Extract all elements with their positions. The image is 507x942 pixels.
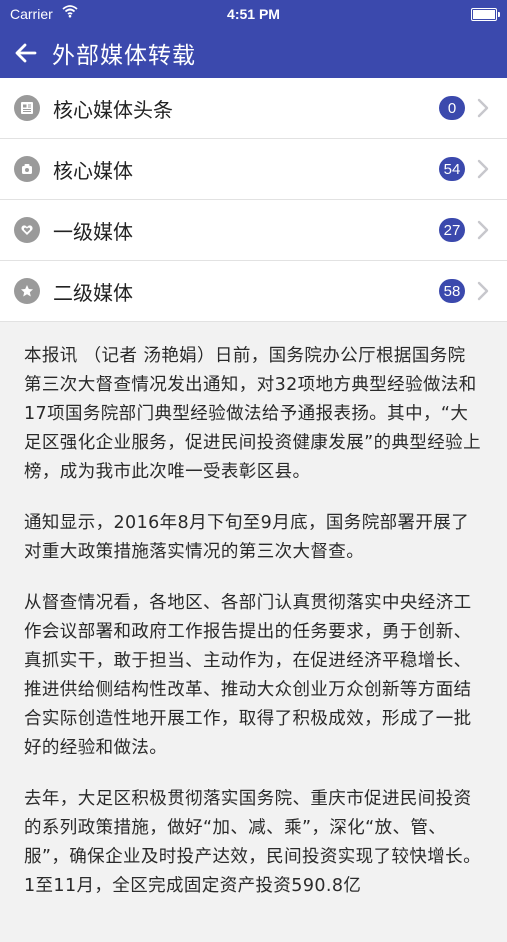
star-icon xyxy=(14,278,40,304)
menu-item-label: 核心媒体头条 xyxy=(53,97,173,122)
battery-icon xyxy=(471,8,500,21)
menu-item-label: 核心媒体 xyxy=(53,158,133,183)
count-badge: 0 xyxy=(439,96,465,120)
heart-icon xyxy=(14,217,40,243)
menu-item-label: 一级媒体 xyxy=(53,219,133,244)
menu-item-core-media[interactable]: 核心媒体 54 xyxy=(0,139,507,200)
chevron-right-icon xyxy=(477,159,489,179)
chevron-right-icon xyxy=(477,98,489,118)
media-camera-icon xyxy=(14,156,40,182)
article-paragraph: 通知显示，2016年8月下旬至9月底，国务院部署开展了对重大政策措施落实情况的第… xyxy=(24,513,470,562)
status-time: 4:51 PM xyxy=(227,6,280,22)
media-category-list: 核心媒体头条 0 核心媒体 54 一级媒体 27 二级媒体 58 xyxy=(0,78,507,322)
status-bar: Carrier 4:51 PM xyxy=(0,0,507,28)
chevron-right-icon xyxy=(477,220,489,240)
count-badge: 58 xyxy=(439,279,465,303)
navigation-bar: 外部媒体转载 xyxy=(0,28,507,78)
article-paragraph: 本报讯 （记者 汤艳娟）日前，国务院办公厅根据国务院第三次大督查情况发出通知，对… xyxy=(24,346,481,482)
article-paragraph: 从督查情况看，各地区、各部门认真贯彻落实中央经济工作会议部署和政府工作报告提出的… xyxy=(24,593,472,758)
count-badge: 27 xyxy=(439,218,465,242)
menu-item-label: 二级媒体 xyxy=(53,280,133,305)
article-paragraph: 去年，大足区积极贯彻落实国务院、重庆市促进民间投资的系列政策措施，做好“加、减、… xyxy=(24,789,481,896)
menu-item-level-two-media[interactable]: 二级媒体 58 xyxy=(0,261,507,322)
menu-item-headline-media[interactable]: 核心媒体头条 0 xyxy=(0,78,507,139)
back-arrow-icon[interactable] xyxy=(14,41,38,65)
menu-item-level-one-media[interactable]: 一级媒体 27 xyxy=(0,200,507,261)
newspaper-icon xyxy=(14,95,40,121)
page-title: 外部媒体转载 xyxy=(52,43,196,69)
chevron-right-icon xyxy=(477,281,489,301)
article-body: 本报讯 （记者 汤艳娟）日前，国务院办公厅根据国务院第三次大督查情况发出通知，对… xyxy=(0,322,507,942)
count-badge: 54 xyxy=(439,157,465,181)
